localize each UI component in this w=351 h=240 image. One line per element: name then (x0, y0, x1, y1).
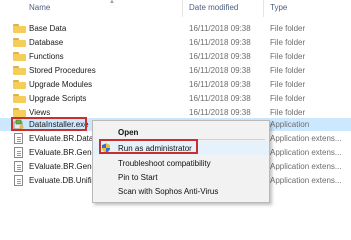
file-type: File folder (270, 66, 306, 75)
menu-item-open[interactable]: Open (93, 125, 269, 139)
file-name: EValuate.BR.Generi (29, 162, 101, 171)
menu-item-scan-sophos[interactable]: Scan with Sophos Anti-Virus (93, 184, 269, 198)
annotation-highlight-exe (11, 117, 87, 131)
folder-icon (13, 108, 26, 117)
file-row-upgrade-modules[interactable]: Upgrade Modules 16/11/2018 09:38 File fo… (0, 78, 351, 91)
column-header: ▲ Name Date modified Type (0, 0, 351, 17)
file-type: File folder (270, 38, 306, 47)
file-name: Stored Procedures (29, 66, 96, 75)
file-type: Application extens... (270, 148, 342, 157)
context-menu: Open Run as administrator Troubleshoot c… (92, 120, 270, 203)
file-date: 16/11/2018 09:38 (189, 80, 251, 89)
menu-item-pin-to-start[interactable]: Pin to Start (93, 170, 269, 184)
file-row-stored-procedures[interactable]: Stored Procedures 16/11/2018 09:38 File … (0, 64, 351, 77)
column-header-date-modified[interactable]: Date modified (189, 3, 238, 12)
file-type: File folder (270, 24, 306, 33)
annotation-highlight-run-as-admin (99, 139, 198, 154)
column-header-name[interactable]: Name (29, 3, 50, 12)
file-row-upgrade-scripts[interactable]: Upgrade Scripts 16/11/2018 09:38 File fo… (0, 92, 351, 105)
file-type: File folder (270, 52, 306, 61)
sort-up-arrow-icon[interactable]: ▲ (109, 0, 115, 5)
file-name: Base Data (29, 24, 67, 33)
folder-icon (13, 66, 26, 75)
file-date: 16/11/2018 09:38 (189, 38, 251, 47)
file-date: 16/11/2018 09:38 (189, 108, 251, 117)
file-name: EValuate.BR.Generi (29, 148, 101, 157)
column-header-type[interactable]: Type (270, 3, 287, 12)
folder-icon (13, 52, 26, 61)
file-name: Upgrade Scripts (29, 94, 87, 103)
file-name: EValuate.BR.Data (29, 134, 94, 143)
file-type: Application extens... (270, 176, 342, 185)
file-name: Upgrade Modules (29, 80, 93, 89)
file-type: Application extens... (270, 134, 342, 143)
menu-item-troubleshoot-compatibility[interactable]: Troubleshoot compatibility (93, 156, 269, 170)
file-type: Application extens... (270, 162, 342, 171)
file-type: File folder (270, 108, 306, 117)
file-name: Views (29, 108, 51, 117)
file-name: Evaluate.DB.Unifie (29, 176, 97, 185)
file-row-functions[interactable]: Functions 16/11/2018 09:38 File folder (0, 50, 351, 63)
folder-icon (13, 24, 26, 33)
file-name: Functions (29, 52, 64, 61)
file-name: Database (29, 38, 64, 47)
folder-icon (13, 80, 26, 89)
dll-file-icon (14, 133, 23, 144)
file-date: 16/11/2018 09:38 (189, 94, 251, 103)
file-row-database[interactable]: Database 16/11/2018 09:38 File folder (0, 36, 351, 49)
folder-icon (13, 94, 26, 103)
file-date: 16/11/2018 09:38 (189, 66, 251, 75)
file-type: File folder (270, 80, 306, 89)
file-row-base-data[interactable]: Base Data 16/11/2018 09:38 File folder (0, 22, 351, 35)
file-date: 16/11/2018 09:38 (189, 52, 251, 61)
dll-file-icon (14, 175, 23, 186)
file-type: File folder (270, 94, 306, 103)
file-type: Application (270, 120, 310, 129)
dll-file-icon (14, 147, 23, 158)
dll-file-icon (14, 161, 23, 172)
column-divider[interactable] (182, 0, 183, 17)
column-divider[interactable] (263, 0, 264, 17)
folder-icon (13, 38, 26, 47)
file-date: 16/11/2018 09:38 (189, 24, 251, 33)
